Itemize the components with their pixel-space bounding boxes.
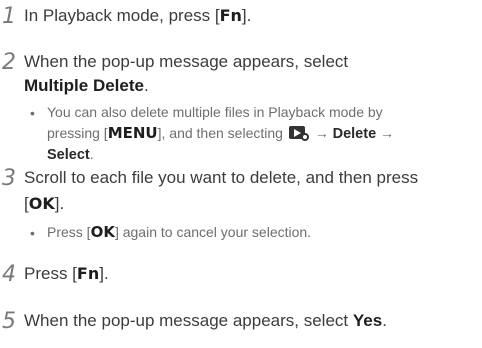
step-number: 5	[2, 309, 16, 334]
step-text-line-1: Scroll to each file you want to delete, …	[24, 168, 419, 187]
delete-label: Delete	[332, 126, 377, 142]
bullet-dot: •	[30, 105, 35, 121]
bullet-dot: •	[30, 225, 35, 241]
step-text-pre: In Playback mode, press [	[24, 6, 220, 25]
bullet-text-pre: Press [	[47, 224, 91, 240]
step-text-pre: When the pop-up message appears, select	[24, 311, 353, 330]
step-text-line-2: [OK].	[24, 192, 64, 216]
step-number: 3	[2, 166, 16, 191]
step-number: 4	[2, 262, 16, 287]
bullet-text-mid: ], and then selecting	[157, 125, 283, 141]
bullet-text-pre: pressing [	[47, 125, 108, 141]
step-text-post: ].	[54, 194, 65, 213]
bullet-line-1: You can also delete multiple files in Pl…	[47, 104, 383, 120]
bullet-text-post: .	[89, 146, 94, 162]
step-text-line-1: When the pop-up message appears, select	[24, 52, 349, 71]
bullet-text-post: ] again to cancel your selection.	[114, 224, 312, 240]
step-text-post: .	[143, 76, 149, 95]
step-text: When the pop-up message appears, select …	[24, 309, 387, 333]
step-text-pre: Press [	[24, 264, 77, 283]
step-text-post: ].	[241, 6, 252, 25]
fn-key-label: Fn	[76, 264, 100, 283]
ok-key-label: OK	[90, 223, 115, 241]
bullet-line-2: pressing [MENU], and then selecting → De…	[47, 123, 394, 145]
menu-key-label: MENU	[107, 124, 158, 142]
arrow: →	[310, 125, 333, 141]
step-number: 2	[2, 50, 16, 75]
multiple-delete-label: Multiple Delete	[24, 76, 144, 95]
step-text-line-2: Multiple Delete.	[24, 74, 149, 98]
step-text-post: ].	[99, 264, 109, 283]
step-number: 1	[2, 4, 16, 29]
fn-key-label: Fn	[219, 6, 242, 25]
select-label: Select	[47, 147, 90, 163]
ok-key-label: OK	[28, 194, 55, 213]
bullet-line-1: Press [OK] again to cancel your selectio…	[47, 222, 311, 243]
yes-label: Yes	[352, 311, 383, 330]
step-text: Press [Fn].	[24, 262, 109, 286]
arrow: →	[376, 125, 395, 141]
playback-settings-icon	[288, 126, 309, 141]
bullet-line-3: Select.	[47, 144, 94, 166]
step-text: In Playback mode, press [Fn].	[24, 4, 251, 28]
step-text-post: .	[382, 311, 387, 330]
